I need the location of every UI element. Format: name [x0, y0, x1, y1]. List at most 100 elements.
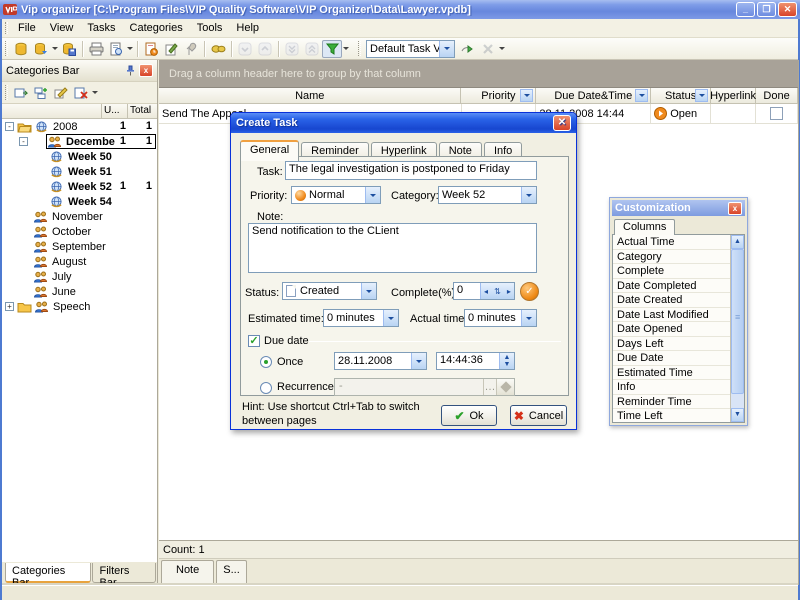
sidebar-tab-filters-bar[interactable]: Filters Bar [92, 563, 156, 583]
category-dropdown-icon[interactable] [521, 187, 536, 203]
priority-combo[interactable]: Normal [291, 186, 381, 204]
tree-expander-icon[interactable]: - [5, 122, 14, 131]
actual-time-combo[interactable]: 0 minutes [464, 309, 537, 327]
tree-item-september[interactable]: September [2, 239, 157, 254]
column-item-time-left[interactable]: Time Left [613, 409, 730, 423]
column-item-estimated-time[interactable]: Estimated Time [613, 366, 730, 381]
menu-tools[interactable]: Tools [190, 20, 230, 36]
apply-view-icon[interactable] [458, 40, 478, 58]
column-header-name[interactable]: Name [159, 88, 461, 103]
print-preview-caret[interactable] [126, 40, 134, 58]
dialog-title-bar[interactable]: Create Task ✕ [231, 113, 576, 133]
status-dropdown-icon[interactable] [361, 283, 376, 299]
column-item-category[interactable]: Category [613, 250, 730, 265]
column-item-date-opened[interactable]: Date Opened [613, 322, 730, 337]
complete-done-icon[interactable]: ✓ [520, 282, 539, 301]
dialog-tab-general[interactable]: General [240, 140, 299, 161]
new-task-icon[interactable] [141, 40, 161, 58]
customization-close-icon[interactable]: x [728, 202, 742, 215]
edit-category-icon[interactable] [51, 84, 71, 102]
move-top-icon[interactable] [302, 40, 322, 58]
print-icon[interactable] [86, 40, 106, 58]
tree-item-july[interactable]: July [2, 269, 157, 284]
status-filter-icon[interactable] [695, 89, 708, 102]
column-item-info[interactable]: Info [613, 380, 730, 395]
unread-column-header[interactable]: U... [101, 104, 127, 118]
open-database-caret[interactable] [51, 40, 59, 58]
once-date-combo[interactable]: 28.11.2008 [334, 352, 427, 370]
task-hyperlink-cell[interactable] [711, 104, 756, 123]
columns-tab[interactable]: Columns [614, 219, 675, 235]
menu-tasks[interactable]: Tasks [80, 20, 122, 36]
tree-item-week-54[interactable]: Week 54 [2, 194, 157, 209]
note-panel-tab[interactable]: Note [161, 560, 214, 585]
time-spin-icons[interactable]: ▲▼ [499, 353, 514, 369]
column-header-status[interactable]: Status [651, 88, 711, 103]
task-status-cell[interactable]: Open [651, 104, 711, 123]
tree-item-week-51[interactable]: Week 51 [2, 164, 157, 179]
save-database-icon[interactable] [59, 40, 79, 58]
sidebar-tab-categories-bar[interactable]: Categories Bar [5, 563, 91, 583]
tree-item-speech[interactable]: +Speech [2, 299, 157, 314]
restore-button[interactable]: ❐ [757, 2, 776, 17]
once-radio[interactable] [260, 356, 272, 368]
sidebar-toolbar-caret[interactable] [91, 84, 99, 102]
delete-view-icon[interactable] [478, 40, 498, 58]
new-category-icon[interactable] [11, 84, 31, 102]
due-filter-icon[interactable] [635, 89, 648, 102]
column-header-hyperlink[interactable]: Hyperlink [711, 88, 756, 103]
column-item-actual-time[interactable]: Actual Time [613, 235, 730, 250]
priority-filter-icon[interactable] [520, 89, 533, 102]
estimated-time-combo[interactable]: 0 minutes [323, 309, 399, 327]
menu-view[interactable]: View [43, 20, 81, 36]
open-database-icon[interactable] [31, 40, 51, 58]
tree-item-week-50[interactable]: Week 50 [2, 149, 157, 164]
complete-spin-icons[interactable]: ◂⇅▸ [480, 283, 514, 299]
tree-item-decembe[interactable]: -Decembe11 [2, 134, 157, 149]
estimated-dropdown-icon[interactable] [383, 310, 398, 326]
tree-item-2008[interactable]: -200811 [2, 119, 157, 134]
s-panel-tab[interactable]: S... [216, 560, 247, 585]
column-header-due[interactable]: Due Date&Time [536, 88, 651, 103]
tree-expander-icon[interactable]: - [19, 137, 28, 146]
tree-item-october[interactable]: October [2, 224, 157, 239]
sidebar-close-icon[interactable]: x [139, 64, 153, 77]
actual-dropdown-icon[interactable] [521, 310, 536, 326]
column-header-priority[interactable]: Priority [461, 88, 536, 103]
close-button[interactable]: ✕ [778, 2, 797, 17]
new-database-icon[interactable] [11, 40, 31, 58]
move-bottom-icon[interactable] [282, 40, 302, 58]
tree-item-november[interactable]: November [2, 209, 157, 224]
column-item-date-completed[interactable]: Date Completed [613, 279, 730, 294]
new-subcategory-icon[interactable] [31, 84, 51, 102]
pin-icon[interactable] [125, 65, 136, 76]
print-preview-icon[interactable] [106, 40, 126, 58]
edit-task-icon[interactable] [161, 40, 181, 58]
column-item-complete[interactable]: Complete [613, 264, 730, 279]
due-date-checkbox[interactable]: ✓ [248, 335, 260, 347]
recurrence-pattern-icon[interactable] [496, 379, 514, 395]
dialog-close-icon[interactable]: ✕ [553, 115, 571, 131]
search-icon[interactable] [208, 40, 228, 58]
menu-categories[interactable]: Categories [123, 20, 190, 36]
once-time-spinner[interactable]: 14:44:36 ▲▼ [436, 352, 515, 370]
ok-button[interactable]: ✔Ok [441, 405, 497, 426]
menu-file[interactable]: File [11, 20, 43, 36]
group-by-band[interactable]: Drag a column header here to group by th… [159, 60, 798, 88]
task-view-dropdown-icon[interactable] [439, 41, 454, 57]
filter-view-caret[interactable] [342, 40, 350, 58]
recurrence-browse-icon[interactable]: … [483, 379, 496, 395]
columns-scrollbar[interactable]: ▲ ▼ [730, 235, 744, 422]
drag-task-icon[interactable] [181, 40, 201, 58]
column-header-done[interactable]: Done [756, 88, 798, 103]
scroll-up-icon[interactable]: ▲ [731, 235, 744, 249]
category-combo[interactable]: Week 52 [438, 186, 537, 204]
delete-category-icon[interactable] [71, 84, 91, 102]
column-item-days-left[interactable]: Days Left [613, 337, 730, 352]
recurrence-radio[interactable] [260, 382, 272, 394]
task-done-cell[interactable] [756, 104, 798, 123]
task-view-combo[interactable]: Default Task V [366, 40, 455, 58]
total-column-header[interactable]: Total [127, 104, 157, 118]
move-down-icon[interactable] [235, 40, 255, 58]
tree-item-week-52[interactable]: Week 5211 [2, 179, 157, 194]
